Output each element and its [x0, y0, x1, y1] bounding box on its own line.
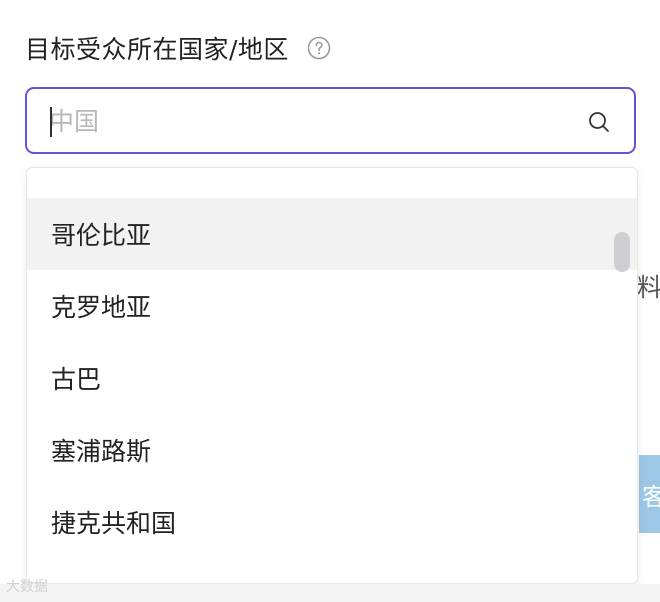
option-cuba[interactable]: 古巴 [27, 342, 637, 414]
option-label: 哥伦比亚 [51, 221, 152, 250]
option-croatia[interactable]: 克罗地亚 [27, 270, 637, 342]
dropdown-scrollbar-thumb[interactable] [614, 232, 630, 272]
question-circle-icon[interactable] [307, 36, 331, 60]
option-czech-republic[interactable]: 捷克共和国 [27, 486, 637, 558]
option-label: 捷克共和国 [51, 509, 177, 538]
field-label: 目标受众所在国家/地区 [25, 35, 289, 64]
option-cyprus[interactable]: 塞浦路斯 [27, 414, 637, 486]
country-dropdown[interactable]: 哥伦比亚 克罗地亚 古巴 塞浦路斯 捷克共和国 [26, 167, 638, 584]
watermark: 大数据 [6, 579, 48, 595]
option-label: 古巴 [51, 365, 102, 394]
page: 料 客 目标受众所在国家/地区 哥伦比亚 [0, 0, 660, 602]
country-search-box[interactable] [25, 87, 636, 154]
bottom-strip [0, 584, 660, 602]
background-text-fragment: 料 [637, 273, 660, 302]
field-label-row: 目标受众所在国家/地区 [25, 30, 331, 66]
text-caret [50, 107, 52, 137]
option-label: 克罗地亚 [51, 293, 152, 322]
country-search-input[interactable] [49, 101, 569, 141]
country-option-list: 哥伦比亚 克罗地亚 古巴 塞浦路斯 捷克共和国 [27, 198, 637, 558]
background-button-label: 客 [642, 482, 660, 511]
search-icon[interactable] [588, 111, 610, 133]
option-colombia[interactable]: 哥伦比亚 [27, 198, 637, 270]
option-label: 塞浦路斯 [51, 437, 152, 466]
background-button-fragment[interactable]: 客 [639, 455, 660, 533]
